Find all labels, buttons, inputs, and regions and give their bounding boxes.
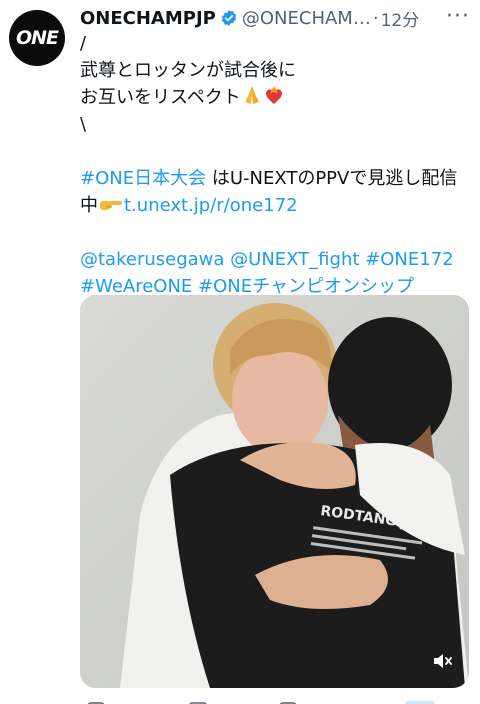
tweet-video[interactable]: RODTANG JI [80, 295, 469, 688]
mention-takerusegawa[interactable]: @takerusegawa [80, 249, 224, 270]
hashtag-weareone[interactable]: #WeAreONE [80, 276, 192, 297]
tweet-line-4: \ [80, 114, 87, 135]
speaker-muted-icon[interactable] [433, 653, 453, 669]
tweet-link[interactable]: t.unext.jp/r/one172 [124, 195, 298, 216]
tweet-text: / 武尊とロッタンが試合後に お互いをリスペクト \ #ONE日本大会 はU-N… [80, 30, 476, 300]
tweet-line-6: #ONE日本大会 はU-NEXTのPPVで見逃し配信 [80, 165, 476, 192]
header-separator: · [372, 7, 379, 29]
tweet-actions-bar [80, 695, 469, 704]
avatar-logo-text: ONE [15, 27, 59, 49]
account-handle[interactable]: @ONECHAM… [242, 8, 371, 29]
hashtag-one172[interactable]: #ONE172 [365, 249, 453, 270]
hashtag-one-japan[interactable]: #ONE日本大会 [80, 168, 206, 189]
mention-unext-fight[interactable]: @UNEXT_fight [230, 249, 359, 270]
tweet-timestamp[interactable]: 12分 [381, 6, 420, 31]
verified-badge-icon [221, 10, 236, 26]
more-icon[interactable]: ··· [446, 6, 470, 28]
tweet-line-1: / [80, 33, 87, 54]
hashtag-one-championship[interactable]: #ONEチャンピオンシップ [198, 276, 414, 297]
tweet-line-blank-1 [80, 138, 476, 165]
account-name[interactable]: ONECHAMPJP [80, 8, 216, 29]
folded-hands-icon [244, 86, 259, 104]
tweet-line-9: @takerusegawa @UNEXT_fight #ONE172 [80, 246, 476, 273]
profile-avatar[interactable]: ONE [9, 10, 65, 66]
video-frame-illustration: RODTANG JI [80, 295, 469, 688]
pointing-hand-icon [100, 201, 122, 210]
tweet-line-2: 武尊とロッタンが試合後に [80, 60, 296, 81]
tweet-line-3: お互いをリスペクト [80, 84, 476, 111]
heart-on-fire-icon [265, 86, 282, 104]
line-prefix: 中 [80, 195, 98, 216]
event-text: はU-NEXTのPPVで見逃し配信 [206, 168, 458, 189]
tweet-line-blank-2 [80, 219, 476, 246]
tweet-line-3-text: お互いをリスペクト [80, 87, 241, 108]
tweet-line-7: 中 t.unext.jp/r/one172 [80, 192, 476, 219]
tweet-header: ONECHAMPJP @ONECHAM… · 12分 [80, 4, 476, 32]
